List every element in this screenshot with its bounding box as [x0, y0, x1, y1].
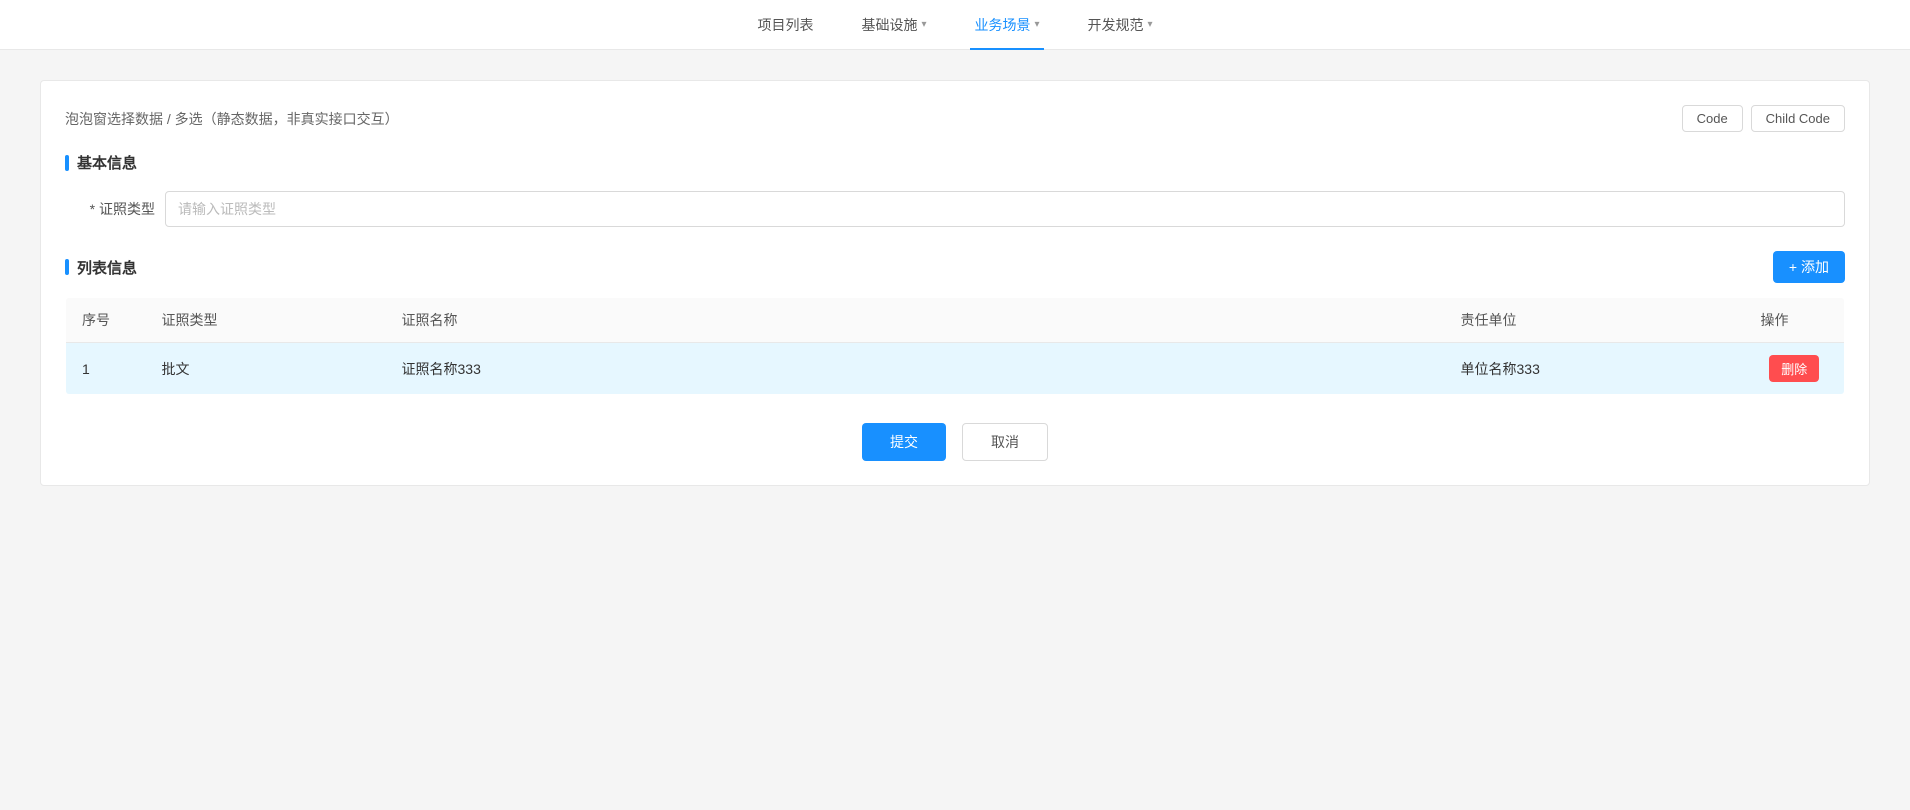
section-bar-list: [65, 259, 69, 275]
basic-info-label: 基本信息: [77, 152, 137, 173]
th-responsible-unit: 责任单位: [1445, 298, 1745, 343]
cell-index: 1: [66, 343, 146, 395]
chevron-down-icon: ▾: [1148, 19, 1153, 30]
cert-type-label: * 证照类型: [65, 199, 165, 219]
cell-cert-name: 证照名称333: [386, 343, 1445, 395]
nav-bar: 项目列表 基础设施 ▾ 业务场景 ▾ 开发规范 ▾: [0, 0, 1910, 50]
main-content: 泡泡窗选择数据 / 多选（静态数据，非真实接口交互） Code Child Co…: [0, 50, 1910, 810]
card-header: 泡泡窗选择数据 / 多选（静态数据，非真实接口交互） Code Child Co…: [65, 105, 1845, 132]
delete-button[interactable]: 删除: [1769, 355, 1819, 382]
th-operation: 操作: [1745, 298, 1845, 343]
nav-item-business-scene[interactable]: 业务场景 ▾: [970, 0, 1043, 50]
data-table: 序号 证照类型 证照名称 责任单位 操作 1 批文 证照名称333 单位名称33…: [65, 297, 1845, 395]
nav-label-business-scene: 业务场景: [974, 15, 1030, 35]
main-card: 泡泡窗选择数据 / 多选（静态数据，非真实接口交互） Code Child Co…: [40, 80, 1870, 486]
footer-actions: 提交 取消: [65, 423, 1845, 461]
nav-label-dev-spec: 开发规范: [1088, 15, 1144, 35]
card-header-buttons: Code Child Code: [1682, 105, 1845, 132]
nav-item-project-list[interactable]: 项目列表: [753, 0, 817, 50]
table-body: 1 批文 证照名称333 单位名称333 删除: [66, 343, 1845, 395]
code-button[interactable]: Code: [1682, 105, 1743, 132]
nav-label-infrastructure: 基础设施: [861, 15, 917, 35]
list-info-label: 列表信息: [77, 257, 137, 278]
nav-item-infrastructure[interactable]: 基础设施 ▾: [857, 0, 930, 50]
table-head: 序号 证照类型 证照名称 责任单位 操作: [66, 298, 1845, 343]
submit-button[interactable]: 提交: [862, 423, 946, 461]
section-bar: [65, 155, 69, 171]
th-index: 序号: [66, 298, 146, 343]
th-cert-name: 证照名称: [386, 298, 1445, 343]
chevron-down-icon: ▾: [1034, 19, 1039, 30]
nav-label-project-list: 项目列表: [757, 15, 813, 35]
chevron-down-icon: ▾: [921, 19, 926, 30]
cell-responsible-unit: 单位名称333: [1445, 343, 1745, 395]
add-button[interactable]: + 添加: [1773, 251, 1845, 283]
table-header-row: 序号 证照类型 证照名称 责任单位 操作: [66, 298, 1845, 343]
child-code-button[interactable]: Child Code: [1751, 105, 1845, 132]
card-title: 泡泡窗选择数据 / 多选（静态数据，非真实接口交互）: [65, 109, 399, 129]
cell-operation: 删除: [1745, 343, 1845, 395]
list-info-section-header: 列表信息 + 添加: [65, 251, 1845, 283]
cert-type-form-row: * 证照类型: [65, 191, 1845, 227]
cell-cert-type: 批文: [146, 343, 386, 395]
nav-item-dev-spec[interactable]: 开发规范 ▾: [1084, 0, 1157, 50]
cert-type-input[interactable]: [165, 191, 1845, 227]
th-cert-type: 证照类型: [146, 298, 386, 343]
list-info-section-title: 列表信息: [65, 257, 137, 278]
cancel-button[interactable]: 取消: [962, 423, 1048, 461]
basic-info-section-title: 基本信息: [65, 152, 1845, 173]
table-row: 1 批文 证照名称333 单位名称333 删除: [66, 343, 1845, 395]
